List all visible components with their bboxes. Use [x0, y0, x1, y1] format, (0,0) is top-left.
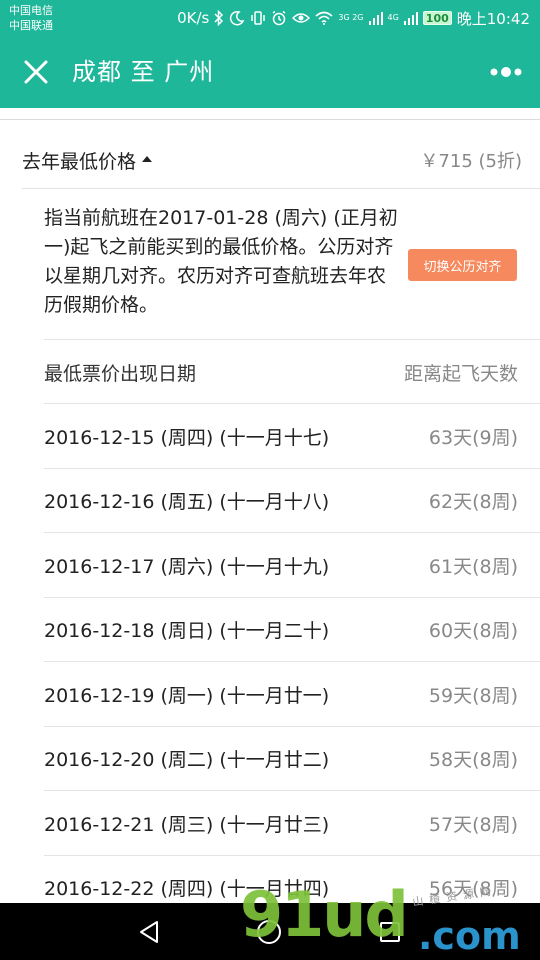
list-item[interactable]: 2016-12-20 (周二) (十一月廿二) 58天(8周): [44, 727, 540, 792]
triangle-back-icon: [140, 921, 158, 943]
page-title: 成都 至 广州: [72, 58, 215, 86]
close-icon: [24, 60, 48, 84]
network-type-3g: 3G 2G: [338, 13, 364, 22]
item-date: 2016-12-20 (周二) (十一月廿二): [44, 749, 330, 772]
column-header-days: 距离起飞天数: [403, 362, 518, 385]
item-days: 63天(9周): [428, 426, 518, 449]
square-recents-icon: [380, 922, 400, 942]
eye-icon: [292, 11, 311, 25]
content-area[interactable]: 去年最低价格 ￥715 (5折) 指当前航班在2017-01-28 (周六) (…: [0, 108, 540, 903]
item-date: 2016-12-21 (周三) (十一月廿三): [44, 813, 330, 836]
item-date: 2016-12-17 (周六) (十一月十九): [44, 555, 330, 578]
status-bar: 中国电信 中国联通 0K/s 3G 2G 4G 100 晚上10:42: [0, 0, 540, 36]
column-header-date: 最低票价出现日期: [44, 362, 197, 385]
circle-home-icon: [257, 920, 281, 944]
system-nav-bar: [0, 903, 540, 960]
moon-icon: [229, 10, 245, 26]
item-days: 58天(8周): [428, 749, 518, 772]
wifi-icon: [315, 11, 333, 25]
signal-icon-2: [403, 11, 418, 25]
more-dots-icon: [490, 67, 522, 77]
caret-up-icon: [142, 156, 153, 162]
status-icons: 0K/s 3G 2G 4G 100 晚上10:42: [177, 7, 530, 29]
alarm-icon: [271, 10, 287, 26]
vibrate-icon: [250, 10, 266, 26]
carrier-1: 中国电信: [9, 4, 53, 17]
list-item[interactable]: 2016-12-18 (周日) (十一月二十) 60天(8周): [44, 598, 540, 663]
nav-back-button[interactable]: [132, 915, 166, 949]
item-date: 2016-12-18 (周日) (十一月二十): [44, 620, 330, 643]
nav-home-button[interactable]: [252, 915, 286, 949]
item-date: 2016-12-15 (周四) (十一月十七): [44, 426, 330, 449]
list-item[interactable]: 2016-12-19 (周一) (十一月廿一) 59天(8周): [44, 662, 540, 727]
network-type-4g: 4G: [387, 13, 399, 22]
close-button[interactable]: [18, 54, 54, 90]
battery-level: 100: [422, 11, 452, 25]
description-text: 指当前航班在2017-01-28 (周六) (正月初一)起飞之前能买到的最低价格…: [44, 207, 398, 316]
nav-recents-button[interactable]: [373, 915, 407, 949]
signal-icon: [368, 11, 383, 25]
carrier-2: 中国联通: [9, 19, 53, 32]
section-title: 去年最低价格: [22, 150, 137, 173]
lowest-price: ￥715 (5折): [420, 151, 522, 172]
clock: 晚上10:42: [456, 9, 530, 28]
divider: [22, 188, 540, 189]
item-days: 61天(8周): [428, 555, 518, 578]
item-date: 2016-12-19 (周一) (十一月廿一): [44, 684, 330, 707]
list-item[interactable]: 2016-12-22 (周四) (十一月廿四) 56天(8周): [44, 856, 518, 904]
item-days: 62天(8周): [428, 491, 518, 514]
list-header: 最低票价出现日期 距离起飞天数: [44, 340, 518, 404]
item-date: 2016-12-16 (周五) (十一月十八): [44, 491, 330, 514]
lowest-price-section-toggle[interactable]: 去年最低价格 ￥715 (5折): [22, 138, 522, 182]
item-days: 57天(8周): [428, 813, 518, 836]
switch-alignment-button[interactable]: 切换公历对齐: [408, 249, 517, 281]
bluetooth-icon: [214, 10, 224, 26]
item-days: 60天(8周): [428, 620, 518, 643]
section-title-wrap: 去年最低价格: [22, 147, 153, 174]
list-item[interactable]: 2016-12-21 (周三) (十一月廿三) 57天(8周): [44, 791, 540, 856]
item-days: 56天(8周): [428, 878, 518, 901]
list-item[interactable]: 2016-12-17 (周六) (十一月十九) 61天(8周): [44, 533, 540, 598]
carrier-info: 中国电信 中国联通: [9, 3, 53, 33]
item-date: 2016-12-22 (周四) (十一月廿四): [44, 878, 330, 901]
item-days: 59天(8周): [428, 684, 518, 707]
more-options-button[interactable]: [486, 56, 526, 88]
network-speed: 0K/s: [177, 9, 210, 27]
app-bar: 成都 至 广州: [0, 36, 540, 108]
list-item[interactable]: 2016-12-15 (周四) (十一月十七) 63天(9周): [44, 404, 540, 469]
divider: [0, 119, 540, 120]
list-item[interactable]: 2016-12-16 (周五) (十一月十八) 62天(8周): [44, 469, 540, 534]
price-date-list: 2016-12-15 (周四) (十一月十七) 63天(9周) 2016-12-1…: [44, 404, 540, 904]
